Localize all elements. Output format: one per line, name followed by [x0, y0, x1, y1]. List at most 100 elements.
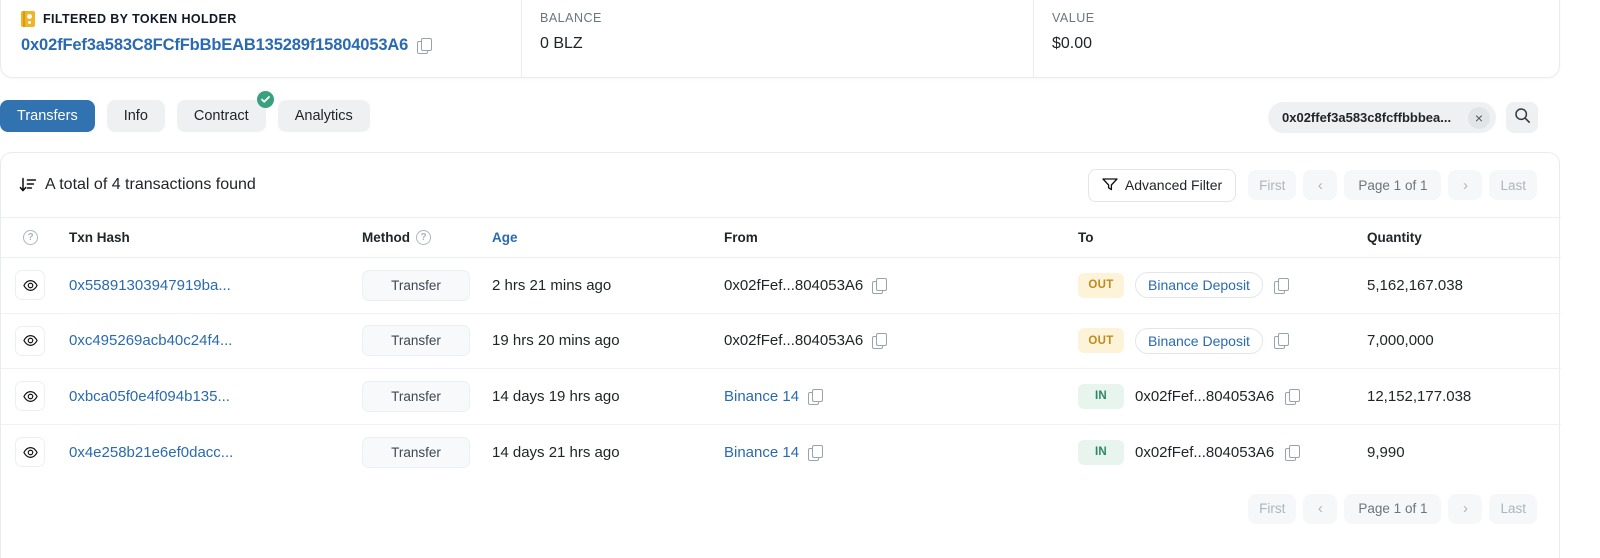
table-header-row: ? Txn Hash Method ? Age [1, 218, 1561, 258]
direction-badge: OUT [1078, 273, 1124, 298]
advanced-filter-button[interactable]: Advanced Filter [1088, 169, 1236, 202]
cell-method: Transfer [362, 258, 492, 314]
filtered-by-token-holder-section: FILTERED BY TOKEN HOLDER 0x02fFef3a583C8… [1, 0, 521, 77]
copy-icon[interactable] [1274, 278, 1289, 293]
copy-icon[interactable] [872, 333, 887, 348]
header-age-label: Age [492, 230, 518, 245]
tab-analytics[interactable]: Analytics [278, 100, 370, 132]
cell-to: IN0x02fFef...804053A6 [1078, 424, 1367, 480]
total-transactions-row: A total of 4 transactions found [19, 176, 256, 194]
method-badge[interactable]: Transfer [362, 325, 470, 356]
search-area: 0x02ffef3a583c8fcffbbbea... × [1268, 102, 1538, 133]
txn-hash-link[interactable]: 0xc495269acb40c24f4... [69, 332, 251, 349]
next-page-button-top[interactable]: › [1448, 170, 1482, 200]
value-section: VALUE $0.00 [1033, 0, 1553, 77]
header-method-label: Method [362, 230, 410, 245]
verified-check-icon [257, 91, 274, 108]
method-badge[interactable]: Transfer [362, 270, 470, 301]
cell-txn-hash: 0x55891303947919ba... [69, 258, 362, 314]
total-transactions-text: A total of 4 transactions found [45, 176, 256, 194]
copy-icon[interactable] [872, 278, 887, 293]
tab-transfers[interactable]: Transfers [0, 100, 95, 132]
header-age[interactable]: Age [492, 218, 724, 258]
tab-contract[interactable]: Contract [177, 100, 266, 132]
from-address-link[interactable]: Binance 14 [724, 444, 799, 461]
contact-book-icon [21, 11, 35, 27]
eye-icon[interactable] [15, 270, 45, 300]
eye-icon[interactable] [15, 381, 45, 411]
txn-hash-link[interactable]: 0xbca05f0e4f094b135... [69, 388, 251, 405]
table-body: 0x55891303947919ba...Transfer2 hrs 21 mi… [1, 258, 1561, 480]
cell-to: IN0x02fFef...804053A6 [1078, 369, 1367, 425]
token-holder-address-line: 0x02fFef3a583C8FCfFbBbEAB135289f15804053… [21, 36, 521, 55]
tab-info[interactable]: Info [107, 100, 165, 132]
cell-quantity: 5,162,167.038 [1367, 258, 1561, 314]
value-label: VALUE [1052, 11, 1553, 25]
method-badge[interactable]: Transfer [362, 381, 470, 412]
header-to-label: To [1078, 230, 1094, 245]
from-address-link[interactable]: Binance 14 [724, 388, 799, 405]
token-holder-address-link[interactable]: 0x02fFef3a583C8FCfFbBbEAB135289f15804053… [21, 36, 408, 55]
advanced-filter-label: Advanced Filter [1125, 177, 1222, 193]
copy-icon[interactable] [1285, 445, 1300, 460]
last-page-button-top[interactable]: Last [1489, 170, 1537, 200]
from-address: 0x02fFef...804053A6 [724, 332, 863, 349]
filter-label: FILTERED BY TOKEN HOLDER [43, 12, 237, 26]
txn-hash-link[interactable]: 0x4e258b21e6ef0dacc... [69, 444, 251, 461]
header-quantity: Quantity [1367, 218, 1561, 258]
prev-page-button-top[interactable]: ‹ [1303, 170, 1337, 200]
tab-contract-label: Contract [194, 108, 249, 124]
header-info: ? [1, 218, 69, 258]
from-address: 0x02fFef...804053A6 [724, 277, 863, 294]
header-txn-hash: Txn Hash [69, 218, 362, 258]
token-holder-summary-card: FILTERED BY TOKEN HOLDER 0x02fFef3a583C8… [0, 0, 1560, 78]
cell-txn-hash: 0xc495269acb40c24f4... [69, 313, 362, 369]
copy-icon[interactable] [1274, 333, 1289, 348]
close-icon[interactable]: × [1468, 107, 1490, 129]
last-page-button-bottom[interactable]: Last [1489, 494, 1537, 524]
transactions-table-card: A total of 4 transactions found Advanced… [0, 152, 1560, 558]
to-address-link[interactable]: Binance Deposit [1135, 328, 1263, 354]
cell-eye [1, 369, 69, 425]
question-circle-icon[interactable]: ? [23, 230, 38, 245]
cell-from: Binance 14 [724, 369, 1078, 425]
filter-header: FILTERED BY TOKEN HOLDER [21, 11, 521, 27]
cell-to: OUT Binance Deposit [1078, 258, 1367, 314]
cell-method: Transfer [362, 313, 492, 369]
table-header: ? Txn Hash Method ? Age [1, 218, 1561, 258]
first-page-button-bottom[interactable]: First [1248, 494, 1296, 524]
eye-icon[interactable] [15, 437, 45, 467]
balance-section: BALANCE 0 BLZ [521, 0, 1033, 77]
first-page-button-top[interactable]: First [1248, 170, 1296, 200]
balance-value: 0 BLZ [540, 35, 1033, 53]
quantity-value: 5,162,167.038 [1367, 277, 1463, 294]
cell-eye [1, 313, 69, 369]
copy-icon[interactable] [808, 445, 823, 460]
copy-icon[interactable] [1285, 389, 1300, 404]
direction-badge: OUT [1078, 328, 1124, 353]
quantity-value: 12,152,177.038 [1367, 388, 1471, 405]
prev-page-button-bottom[interactable]: ‹ [1303, 494, 1337, 524]
cell-age: 14 days 19 hrs ago [492, 369, 724, 425]
header-from-label: From [724, 230, 758, 245]
table-row: 0x4e258b21e6ef0dacc... Transfer 14 days 21… [1, 424, 1561, 480]
age-text: 14 days 21 hrs ago [492, 444, 620, 461]
pagination-bottom: First ‹ Page 1 of 1 › Last [1248, 494, 1537, 524]
question-circle-icon[interactable]: ? [416, 230, 431, 245]
next-page-button-bottom[interactable]: › [1448, 494, 1482, 524]
copy-icon[interactable] [808, 389, 823, 404]
header-txn-hash-label: Txn Hash [69, 230, 130, 245]
search-input-pill[interactable]: 0x02ffef3a583c8fcffbbbea... × [1268, 102, 1496, 133]
cell-age: 14 days 21 hrs ago [492, 424, 724, 480]
cell-eye [1, 258, 69, 314]
method-badge[interactable]: Transfer [362, 437, 470, 468]
txn-hash-link[interactable]: 0x55891303947919ba... [69, 277, 251, 294]
copy-icon[interactable] [417, 38, 432, 53]
eye-icon[interactable] [15, 326, 45, 356]
to-address-link[interactable]: Binance Deposit [1135, 272, 1263, 298]
page-indicator-bottom: Page 1 of 1 [1344, 494, 1441, 524]
search-input-value[interactable]: 0x02ffef3a583c8fcffbbbea... [1282, 110, 1464, 125]
cell-from: 0x02fFef...804053A6 [724, 258, 1078, 314]
quantity-value: 7,000,000 [1367, 332, 1434, 349]
search-button[interactable] [1506, 102, 1538, 133]
